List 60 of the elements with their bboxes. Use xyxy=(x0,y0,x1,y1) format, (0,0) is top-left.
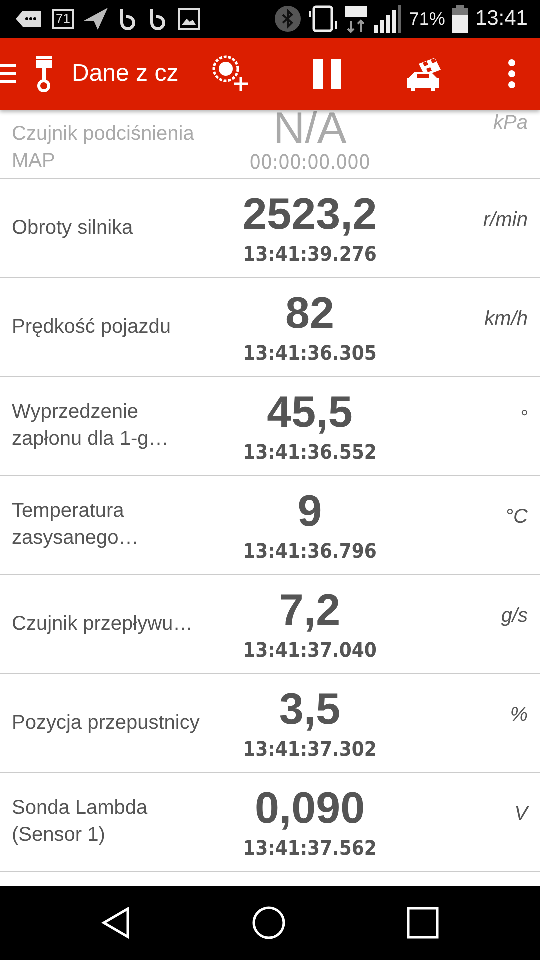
sensor-row[interactable]: Sonda Lambda (Sensor 1) 0,090 13:41:37.562 V xyxy=(0,773,540,872)
lte-icon xyxy=(345,5,368,33)
recents-icon[interactable] xyxy=(407,907,440,939)
sensor-row[interactable]: Temperatura zasysanego… 9 13:41:36.796 °C xyxy=(0,476,540,575)
timestamp: 13:41:37.040 xyxy=(243,637,377,663)
sensor-value: 2523,2 xyxy=(242,189,378,241)
sensor-row[interactable]: Pozycja przepustnicy 3,5 13:41:37.302 % xyxy=(0,674,540,773)
screen-title: Dane z cz xyxy=(72,60,180,88)
image-icon xyxy=(178,8,200,30)
battery-icon xyxy=(452,5,468,33)
timestamp: 13:41:36.305 xyxy=(243,340,377,366)
sensor-value: 45,5 xyxy=(267,387,353,439)
sensor-name: Sonda Lambda (Sensor 1) xyxy=(12,796,149,848)
sensor-value: 7,2 xyxy=(279,585,341,637)
timestamp: 13:41:37.302 xyxy=(243,736,377,762)
sensor-value: N/A xyxy=(273,110,347,149)
back-icon[interactable] xyxy=(100,907,131,939)
unit-label: ° xyxy=(519,407,528,430)
piston-icon xyxy=(34,56,54,92)
sensor-value: 82 xyxy=(286,288,334,340)
sensor-value: 3,5 xyxy=(279,684,341,736)
sensor-value: 0,090 xyxy=(254,783,366,835)
unit-label: r/min xyxy=(482,209,528,232)
unit-label: kPa xyxy=(492,112,528,135)
arrow-icon xyxy=(84,8,108,30)
pause-icon[interactable] xyxy=(313,59,342,89)
battery-percent: 71% xyxy=(409,8,446,30)
unit-label: km/h xyxy=(484,308,528,331)
timestamp: 13:41:37.562 xyxy=(243,835,377,861)
gauge-add-icon[interactable] xyxy=(212,55,250,93)
sensor-row[interactable]: Wyprzedzenie zapłonu dla 1-g… 45,5 13:41:36.552 ° xyxy=(0,377,540,476)
sensor-row[interactable]: Obroty silnika 2523,2 13:41:39.276 r/min xyxy=(0,179,540,278)
letter-b-icon xyxy=(148,8,168,30)
battery-notification-icon: 71 xyxy=(52,9,74,29)
unit-label: g/s xyxy=(500,605,528,628)
signal-icon xyxy=(374,5,402,33)
clock: 13:41 xyxy=(475,7,528,31)
unit-label: V xyxy=(514,803,528,826)
bluetooth-icon xyxy=(275,6,302,32)
sensor-name: Obroty silnika xyxy=(12,216,134,240)
letter-b-icon xyxy=(118,8,138,30)
home-icon[interactable] xyxy=(252,906,286,940)
sensor-name: Prędkość pojazdu xyxy=(12,314,172,340)
timestamp: 13:41:36.552 xyxy=(243,439,377,465)
unit-label: % xyxy=(509,704,528,727)
sensor-name: Czujnik przepływu… xyxy=(12,612,194,636)
sensor-name: Pozycja przepustnicy xyxy=(12,710,200,736)
timestamp: 13:41:39.276 xyxy=(243,241,377,267)
sensor-name: Temperatura zasysanego… xyxy=(12,499,140,551)
timestamp: 13:41:36.796 xyxy=(243,538,377,564)
more-icon[interactable] xyxy=(508,59,516,89)
sensor-row[interactable]: Prędkość pojazdu 82 13:41:36.305 km/h xyxy=(0,278,540,377)
vibrate-icon xyxy=(308,5,338,33)
timestamp: 00:00:00.000 xyxy=(250,149,370,175)
sensor-value: 9 xyxy=(298,486,322,538)
unit-label: °C xyxy=(504,506,528,529)
sensor-name: Wyprzedzenie zapłonu dla 1-g… xyxy=(12,400,170,452)
tag-icon xyxy=(16,10,42,28)
sensor-row[interactable]: Czujnik przepływu… 7,2 13:41:37.040 g/s xyxy=(0,575,540,674)
sensor-name: Czujnik podciśnienia MAP xyxy=(12,122,196,174)
